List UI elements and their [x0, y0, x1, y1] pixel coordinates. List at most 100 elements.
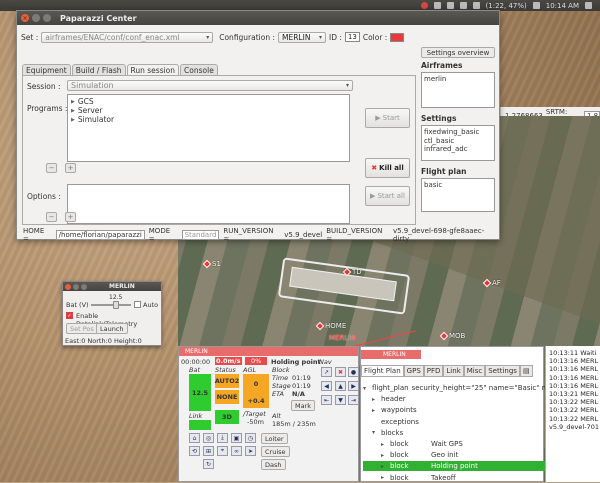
tab-flight-plan[interactable]: Flight Plan: [361, 365, 404, 377]
waypoint-mob[interactable]: MOB: [439, 331, 465, 341]
minimize-icon[interactable]: [32, 14, 40, 22]
program-simulator[interactable]: ▶ Simulator: [68, 115, 349, 124]
kill-all-button[interactable]: ✖ Kill all: [365, 158, 410, 178]
aircraft-label[interactable]: MERLIN: [329, 334, 356, 342]
tree-row[interactable]: ▸ waypoints: [363, 405, 420, 415]
set-pos-button[interactable]: Set Pos: [66, 323, 98, 334]
programs-list[interactable]: ▶ GCS ▶ Server ▶ Simulator: [67, 94, 350, 162]
waypoint-icon[interactable]: ⌖: [217, 446, 228, 456]
volume-icon[interactable]: [532, 2, 540, 9]
launch-button[interactable]: Launch: [96, 323, 128, 334]
bluetooth-icon[interactable]: [459, 2, 467, 9]
titlebar[interactable]: × Paparazzi Center: [17, 11, 499, 25]
expander-icon[interactable]: ▸: [372, 407, 378, 414]
airframe-item[interactable]: merlin: [424, 75, 492, 83]
tab-misc[interactable]: Misc: [463, 365, 486, 377]
add-program-button[interactable]: +: [65, 163, 76, 173]
aircraft-tab[interactable]: MERLIN: [361, 350, 421, 359]
slider-handle[interactable]: [113, 301, 119, 309]
go-icon[interactable]: ➤: [245, 446, 256, 456]
tab-build-flash[interactable]: Build / Flash: [71, 64, 126, 75]
start-all-button[interactable]: ▶ Start all: [365, 186, 410, 206]
mode-value[interactable]: Standard: [181, 230, 220, 240]
waypoint-s1[interactable]: S1: [202, 259, 221, 269]
reset-icon[interactable]: ↻: [203, 459, 214, 469]
datalink-checkbox[interactable]: ✓: [66, 312, 73, 319]
waypoint-td[interactable]: TD: [342, 267, 362, 277]
program-gcs[interactable]: ▶ GCS: [68, 97, 349, 106]
tab-run-session[interactable]: Run session: [126, 64, 180, 75]
arrow-down-icon[interactable]: ▼: [335, 395, 346, 405]
keyboard-icon[interactable]: [446, 2, 454, 9]
expander-icon[interactable]: ▸: [381, 474, 387, 481]
dash-button[interactable]: Dash: [261, 459, 286, 470]
program-server[interactable]: ▶ Server: [68, 106, 349, 115]
arrow-up-icon[interactable]: ▲: [335, 381, 346, 391]
expander-icon[interactable]: ▾: [363, 385, 369, 392]
titlebar[interactable]: MERLIN: [63, 282, 161, 291]
takeoff-icon[interactable]: ↗: [321, 367, 332, 377]
close-icon[interactable]: [65, 283, 71, 290]
shift-left-icon[interactable]: ⇤: [321, 395, 332, 405]
resurrect-icon[interactable]: ●: [348, 367, 359, 377]
remove-option-button[interactable]: −: [46, 212, 57, 222]
expander-icon[interactable]: ▸: [381, 452, 387, 459]
mark-button[interactable]: Mark: [291, 400, 316, 411]
battery-icon[interactable]: [472, 2, 480, 9]
set-combo[interactable]: airframes/ENAC/conf/conf_enac.xml ▾: [41, 31, 214, 43]
cruise-button[interactable]: Cruise: [261, 446, 290, 457]
console-log[interactable]: 10:13:11 Waiti 10:13:16 MERL 10:13:16 ME…: [545, 346, 600, 482]
tab-equipment[interactable]: Equipment: [22, 64, 71, 75]
tree-row[interactable]: ▾ blocks: [363, 428, 406, 438]
settings-overview-button[interactable]: Settings overview: [421, 47, 495, 58]
expander-icon[interactable]: ▸: [372, 396, 378, 403]
waypoint-af[interactable]: AF: [482, 278, 501, 288]
add-option-button[interactable]: +: [65, 212, 76, 222]
settings-item[interactable]: ctl_basic: [424, 137, 492, 146]
id-field[interactable]: 13: [344, 32, 360, 42]
settings-item[interactable]: fixedwing_basic: [424, 128, 492, 137]
expander-icon[interactable]: ▸: [381, 441, 387, 448]
shift-right-icon[interactable]: ⇥: [348, 395, 359, 405]
tree-row[interactable]: ▸ block Takeoff: [363, 473, 456, 483]
configuration-combo[interactable]: MERLIN ▾: [278, 31, 327, 43]
kill-throttle-icon[interactable]: ✖: [335, 367, 346, 377]
power-icon[interactable]: [420, 2, 428, 9]
tab-pfd[interactable]: PFD: [423, 365, 444, 377]
maximize-icon[interactable]: [81, 283, 87, 290]
home-icon[interactable]: ⌂: [189, 433, 200, 443]
save-icon[interactable]: ▣: [231, 433, 242, 443]
start-button[interactable]: ▶ Start: [365, 108, 410, 128]
close-icon[interactable]: ×: [21, 14, 29, 22]
tab-console[interactable]: Console: [180, 64, 218, 75]
tree-row[interactable]: exceptions: [363, 417, 422, 427]
remove-program-button[interactable]: −: [46, 163, 57, 173]
eight-icon[interactable]: ∞: [231, 446, 242, 456]
waypoint-home[interactable]: HOME: [315, 321, 346, 331]
tab-gps[interactable]: GPS: [403, 365, 424, 377]
session-combo[interactable]: Simulation ▾: [67, 80, 353, 91]
loiter-button[interactable]: Loiter: [261, 433, 288, 444]
tree-row[interactable]: ▸ block Holding point: [363, 461, 545, 472]
tree-row[interactable]: ▸ header: [363, 394, 409, 404]
tree-row[interactable]: ▾ flight_plan security_height="25" name="B…: [363, 383, 557, 393]
settings-tab-icon[interactable]: ▤: [519, 365, 533, 377]
battery-slider[interactable]: [91, 301, 131, 309]
minimize-icon[interactable]: [73, 283, 79, 290]
tab-settings[interactable]: Settings: [485, 365, 520, 377]
settings-gear-icon[interactable]: [585, 2, 592, 9]
maximize-icon[interactable]: [43, 14, 51, 22]
land-icon[interactable]: ⤓: [217, 433, 228, 443]
color-swatch[interactable]: [390, 32, 405, 42]
expander-icon[interactable]: ▸: [381, 463, 387, 470]
expander-icon[interactable]: ▾: [372, 429, 378, 436]
tree-row[interactable]: ▸ block Wait GPS: [363, 439, 463, 449]
tab-link[interactable]: Link: [443, 365, 464, 377]
flight-plan-list[interactable]: basic: [421, 178, 495, 212]
route-icon[interactable]: ⟲: [189, 446, 200, 456]
timer-icon[interactable]: ◷: [245, 433, 256, 443]
flight-plan-item[interactable]: basic: [424, 181, 492, 189]
survey-icon[interactable]: ⊞: [203, 446, 214, 456]
airframes-list[interactable]: merlin: [421, 72, 495, 108]
settings-item[interactable]: infrared_adc: [424, 145, 492, 154]
